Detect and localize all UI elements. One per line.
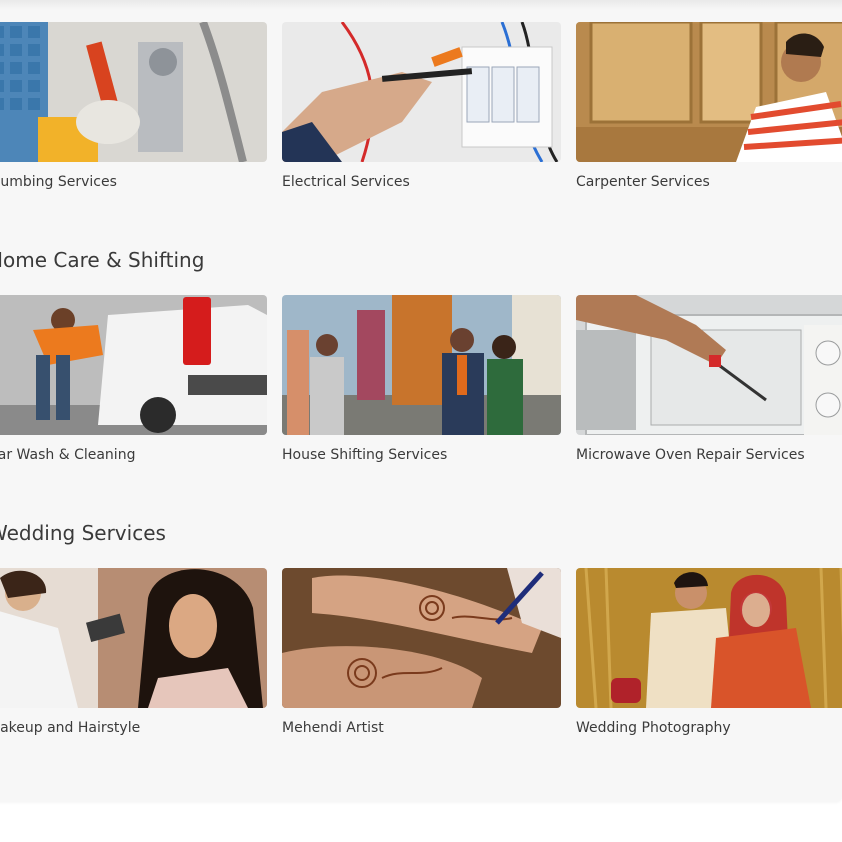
service-card-makeup[interactable]: Makeup and Hairstyle bbox=[0, 568, 267, 738]
service-card-carpenter[interactable]: Carpenter Services bbox=[576, 22, 842, 192]
mehendi-artist-image[interactable] bbox=[282, 568, 561, 708]
service-label[interactable]: Mehendi Artist bbox=[282, 720, 384, 736]
service-label[interactable]: Microwave Oven Repair Services bbox=[576, 447, 805, 463]
wedding-photography-image[interactable] bbox=[576, 568, 842, 708]
service-label[interactable]: Carpenter Services bbox=[576, 174, 710, 190]
service-label[interactable]: Plumbing Services bbox=[0, 174, 117, 190]
service-card-car-wash[interactable]: Car Wash & Cleaning bbox=[0, 295, 267, 465]
house-shifting-image[interactable] bbox=[282, 295, 561, 435]
header-shadow bbox=[0, 0, 842, 10]
service-card-mehendi[interactable]: Mehendi Artist bbox=[282, 568, 561, 738]
service-label[interactable]: Electrical Services bbox=[282, 174, 410, 190]
makeup-hairstyle-image[interactable] bbox=[0, 568, 267, 708]
section-title-wedding: Wedding Services bbox=[0, 521, 166, 545]
service-card-wedding-photo[interactable]: Wedding Photography bbox=[576, 568, 842, 738]
service-label[interactable]: Car Wash & Cleaning bbox=[0, 447, 135, 463]
microwave-repair-image[interactable] bbox=[576, 295, 842, 435]
service-label[interactable]: Makeup and Hairstyle bbox=[0, 720, 140, 736]
service-card-electrical[interactable]: Electrical Services bbox=[282, 22, 561, 192]
service-card-house-shifting[interactable]: House Shifting Services bbox=[282, 295, 561, 465]
car-wash-image[interactable] bbox=[0, 295, 267, 435]
electrical-services-image[interactable] bbox=[282, 22, 561, 162]
carpenter-services-image[interactable] bbox=[576, 22, 842, 162]
service-card-plumbing[interactable]: Plumbing Services bbox=[0, 22, 267, 192]
service-label[interactable]: Wedding Photography bbox=[576, 720, 731, 736]
service-card-microwave[interactable]: Microwave Oven Repair Services bbox=[576, 295, 842, 465]
section-title-home-care: Home Care & Shifting bbox=[0, 248, 205, 272]
service-label[interactable]: House Shifting Services bbox=[282, 447, 447, 463]
services-page: Plumbing Services Electrical Services Ca… bbox=[0, 0, 842, 842]
plumbing-services-image[interactable] bbox=[0, 22, 267, 162]
